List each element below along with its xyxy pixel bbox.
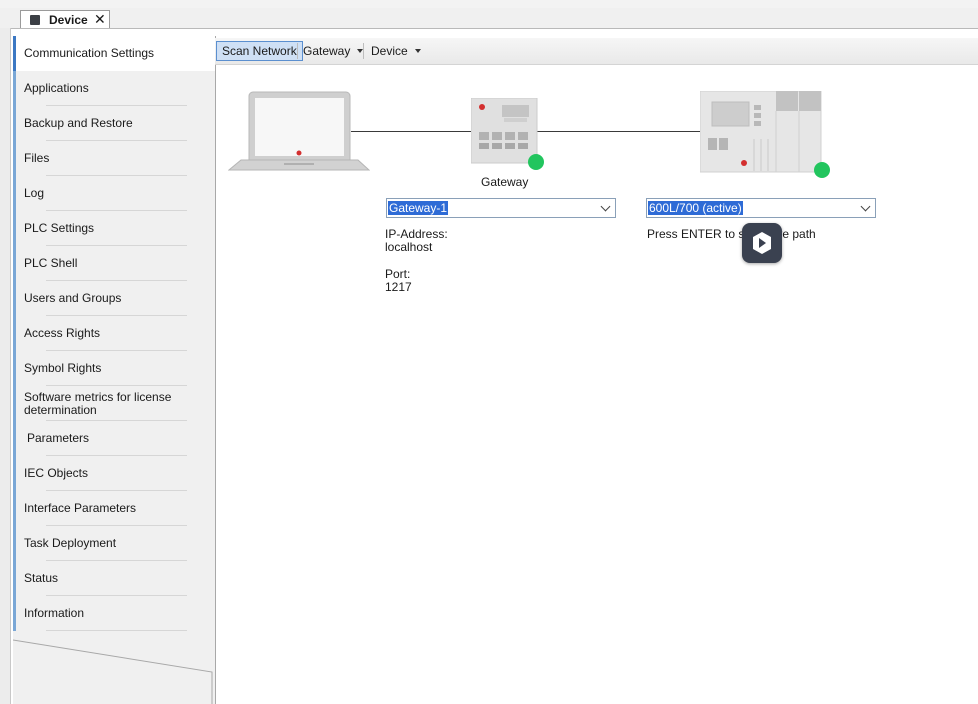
close-icon[interactable]: ✕ <box>94 12 106 27</box>
connection-line <box>351 131 472 132</box>
port-value: 1217 <box>385 280 412 294</box>
sidebar-item-label: Task Deployment <box>24 536 117 550</box>
sidebar-item-label: Users and Groups <box>24 291 122 305</box>
window-top-strip <box>0 0 978 8</box>
sidebar-item-backup-and-restore[interactable]: Backup and Restore <box>13 106 187 141</box>
tab-title: Device <box>49 13 88 27</box>
editor-tab-bar <box>0 8 978 29</box>
sidebar-item-label: PLC Shell <box>24 256 78 270</box>
sidebar-item-files[interactable]: Files <box>13 141 187 176</box>
sidebar-item-interface-parameters[interactable]: Interface Parameters <box>13 491 187 526</box>
toolbar: Scan Network Gateway Device <box>215 38 978 65</box>
sidebar-item-label: PLC Settings <box>24 221 95 235</box>
set-active-path-hint: Press ENTER to set active path <box>647 227 816 241</box>
sidebar-item-symbol-rights[interactable]: Symbol Rights <box>13 351 187 386</box>
sidebar-item-label: Access Rights <box>24 326 101 340</box>
device-menu-label: Device <box>371 44 408 58</box>
assistant-icon <box>753 232 771 254</box>
device-select-value: 600L/700 (active) <box>648 201 743 215</box>
sidebar-tab-end <box>13 639 213 704</box>
sidebar-item-label: Parameters <box>27 431 90 445</box>
left-panel-edge <box>0 28 11 704</box>
sidebar-item-parameters[interactable]: Parameters <box>13 421 187 456</box>
sidebar-item-information[interactable]: Information <box>13 596 187 631</box>
sidebar-item-label: Log <box>24 186 45 200</box>
chevron-down-icon <box>860 201 871 212</box>
sidebar-item-plc-shell[interactable]: PLC Shell <box>13 246 187 281</box>
sidebar-item-label: Backup and Restore <box>24 116 133 130</box>
sidebar-item-label: Files <box>24 151 50 165</box>
caret-down-icon <box>414 49 421 53</box>
gateway-label: Gateway <box>481 175 529 189</box>
connection-line <box>537 131 702 132</box>
sidebar-item-status[interactable]: Status <box>13 561 187 596</box>
gateway-select[interactable]: Gateway-1 <box>386 198 616 218</box>
sidebar-item-label: Status <box>24 571 59 585</box>
scan-network-button[interactable]: Scan Network <box>216 41 303 61</box>
sidebar-item-label: Applications <box>24 81 89 95</box>
sidebar-item-communication-settings[interactable]: Communication Settings <box>13 36 215 71</box>
toolbar-separator <box>363 43 364 59</box>
device-menu-button[interactable]: Device <box>366 41 426 61</box>
sidebar-item-access-rights[interactable]: Access Rights <box>13 316 187 351</box>
gateway-menu-label: Gateway <box>303 44 351 58</box>
sidebar-item-applications[interactable]: Applications <box>13 71 187 106</box>
device-tab[interactable]: Device ✕ <box>20 10 110 28</box>
sidebar-item-label: Symbol Rights <box>24 361 102 375</box>
sidebar-item-log[interactable]: Log <box>13 176 187 211</box>
ip-address-value: localhost <box>385 240 433 254</box>
gateway-select-value: Gateway-1 <box>388 201 449 215</box>
device-icon <box>30 15 40 25</box>
gateway-menu-button[interactable]: Gateway <box>298 41 368 61</box>
scan-network-label: Scan Network <box>222 44 297 58</box>
laptop-icon <box>228 91 370 171</box>
sidebar-item-plc-settings[interactable]: PLC Settings <box>13 211 187 246</box>
sidebar-item-label: Software metrics for license determinati… <box>24 389 172 417</box>
sidebar-item-label: IEC Objects <box>24 466 89 480</box>
settings-sidebar: Communication Settings Applications Back… <box>13 36 216 704</box>
sidebar-item-label: Communication Settings <box>24 46 155 60</box>
gateway-device-icon[interactable] <box>471 98 538 164</box>
port-label: Port: <box>385 267 411 281</box>
sidebar-item-task-deployment[interactable]: Task Deployment <box>13 526 187 561</box>
gateway-status-online-icon <box>528 154 544 170</box>
sidebar-item-iec-objects[interactable]: IEC Objects <box>13 456 187 491</box>
device-select[interactable]: 600L/700 (active) <box>646 198 876 218</box>
sidebar-item-label: Interface Parameters <box>24 501 137 515</box>
sidebar-item-software-metrics[interactable]: Software metrics for license determinati… <box>13 386 187 421</box>
chevron-down-icon <box>600 201 611 212</box>
floating-assistant-button[interactable] <box>742 223 782 263</box>
ip-address-label: IP-Address: <box>385 227 448 241</box>
plc-status-online-icon <box>814 162 830 178</box>
plc-device-icon[interactable] <box>700 91 822 173</box>
sidebar-item-users-and-groups[interactable]: Users and Groups <box>13 281 187 316</box>
sidebar-item-label: Information <box>24 606 85 620</box>
